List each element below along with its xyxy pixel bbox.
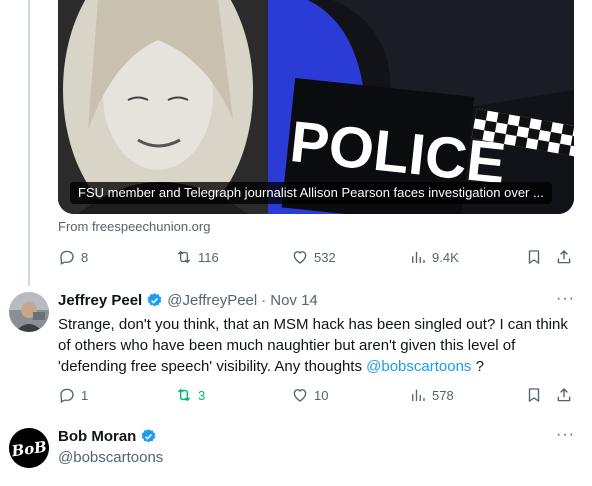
reply-actions: 1 3 10 578 <box>58 384 578 406</box>
view-count: 578 <box>432 387 454 403</box>
repost-count: 116 <box>198 249 219 265</box>
more-options-icon[interactable]: ··· <box>556 426 575 444</box>
mention-link[interactable]: @bobscartoons <box>366 358 471 375</box>
handle-row: @bobscartoons <box>58 449 163 466</box>
display-name[interactable]: Jeffrey Peel <box>58 292 142 309</box>
like-count: 532 <box>314 249 336 265</box>
like-count: 10 <box>314 387 329 403</box>
repost-button[interactable]: 116 <box>175 248 219 266</box>
repost-icon <box>177 388 191 402</box>
verified-badge-icon[interactable] <box>146 292 163 309</box>
timestamp[interactable]: Nov 14 <box>270 292 318 309</box>
bookmark-button[interactable] <box>525 386 543 404</box>
analytics-icon <box>412 251 425 263</box>
bookmark-button[interactable] <box>525 248 543 266</box>
link-card[interactable]: POLICE FSU member and Telegraph journali… <box>58 0 574 214</box>
reply-text: Strange, don't you think, that an MSM ha… <box>58 314 573 377</box>
card-caption: FSU member and Telegraph journalist Alli… <box>70 182 552 204</box>
reply-button[interactable]: 1 <box>58 386 88 404</box>
handle[interactable]: @bobscartoons <box>58 449 163 466</box>
heart-icon <box>293 251 307 264</box>
tweet-header: Bob Moran <box>58 428 157 445</box>
like-button[interactable]: 10 <box>291 386 328 404</box>
repost-count: 3 <box>198 387 206 403</box>
reply-text-body: Strange, don't you think, that an MSM ha… <box>58 316 568 375</box>
card-source[interactable]: From freespeechunion.org <box>58 219 210 234</box>
avatar[interactable] <box>9 292 49 332</box>
reply-count: 8 <box>81 249 89 265</box>
share-button[interactable] <box>555 248 573 266</box>
heart-icon <box>293 389 307 402</box>
share-button[interactable] <box>555 386 573 404</box>
reply-count: 1 <box>81 387 89 403</box>
display-name[interactable]: Bob Moran <box>58 428 136 445</box>
avatar[interactable]: BoB <box>9 428 49 468</box>
views-button[interactable]: 9.4K <box>409 248 459 266</box>
handle[interactable]: @JeffreyPeel <box>167 292 257 309</box>
reply-icon <box>60 388 74 403</box>
reply-text-tail: ? <box>471 358 484 375</box>
repost-icon <box>177 250 191 264</box>
reply-icon <box>60 250 74 265</box>
view-count: 9.4K <box>432 249 459 265</box>
avatar-image <box>9 292 49 332</box>
tweet-actions: 8 116 532 9.4K <box>58 246 578 268</box>
share-icon <box>557 388 571 402</box>
reply-button[interactable]: 8 <box>58 248 88 266</box>
separator-dot: · <box>261 292 267 309</box>
reply-header: Jeffrey Peel @JeffreyPeel · Nov 14 <box>58 292 318 309</box>
share-icon <box>557 250 571 264</box>
repost-button[interactable]: 3 <box>175 386 205 404</box>
bookmark-icon <box>528 250 540 265</box>
like-button[interactable]: 532 <box>291 248 336 266</box>
thread-line <box>28 0 30 286</box>
bookmark-icon <box>528 388 540 403</box>
views-button[interactable]: 578 <box>409 386 454 404</box>
verified-badge-icon[interactable] <box>140 428 157 445</box>
analytics-icon <box>412 389 425 401</box>
avatar-logo: BoB <box>9 428 49 468</box>
more-options-icon[interactable]: ··· <box>556 290 575 308</box>
